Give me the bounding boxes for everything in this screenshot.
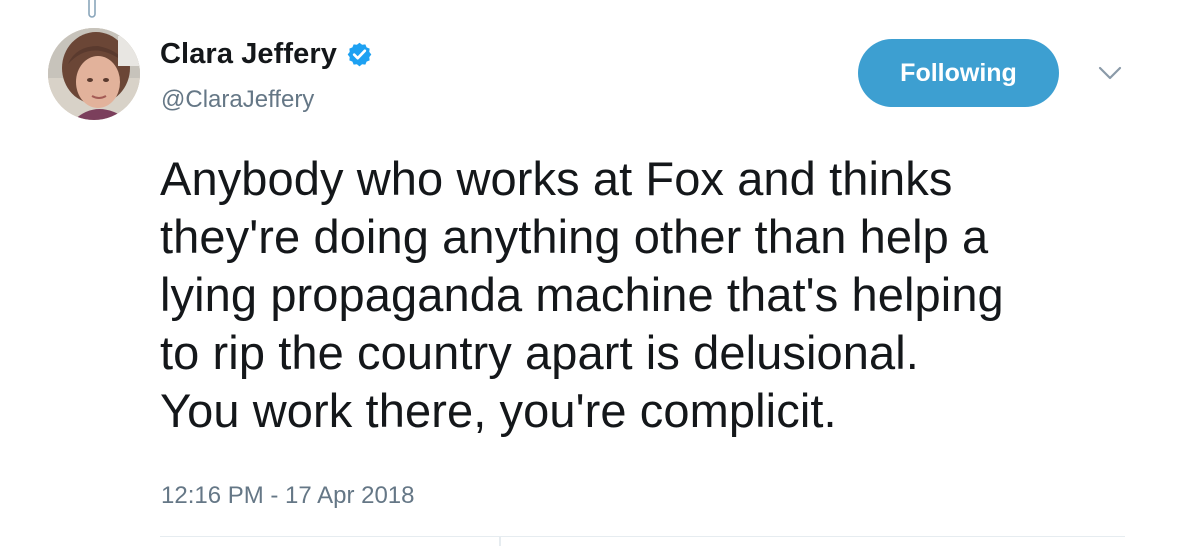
tweet-card: Clara Jeffery @ClaraJeffery Following An… [0,0,1200,546]
divider [160,536,1125,537]
avatar[interactable] [48,28,140,120]
tweet-text: Anybody who works at Fox and thinks they… [160,152,1004,437]
clip-icon [88,0,96,18]
author-name-row: Clara Jeffery [160,34,373,74]
divider-tick [499,536,501,546]
display-name[interactable]: Clara Jeffery [160,38,337,71]
following-button[interactable]: Following [858,39,1059,107]
avatar-photo [48,28,140,120]
chevron-down-icon[interactable] [1097,64,1123,82]
verified-badge-icon [347,42,372,66]
author-handle[interactable]: @ClaraJeffery [161,86,314,114]
tweet-timestamp[interactable]: 12:16 PM - 17 Apr 2018 [161,482,415,510]
